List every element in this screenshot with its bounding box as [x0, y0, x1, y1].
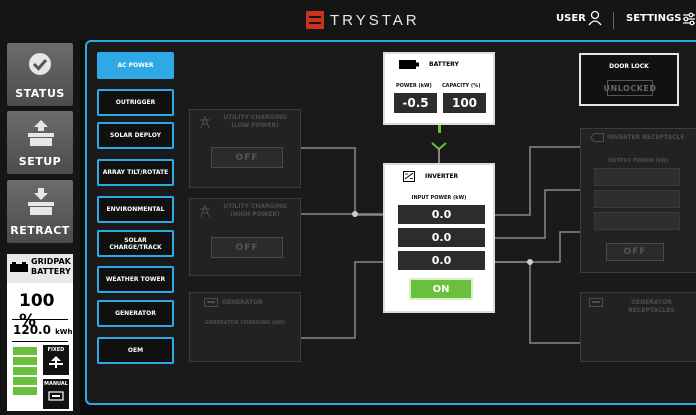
output-power-field-1 — [594, 168, 680, 186]
inverter-receptacle-panel: INVERTER RECEPTACLE OUTPUT POWER (kW) OF… — [580, 128, 696, 273]
battery-capacity-value: 100 — [443, 93, 486, 113]
inverter-input-label: INPUT POWER (kW) — [411, 195, 467, 201]
generator-charging-label: GENERATOR CHARGING (kW) — [204, 320, 286, 326]
utility-low-title-line2: (LOW POWER) — [231, 122, 279, 129]
battery-power-label: POWER (kW) — [396, 83, 432, 89]
generator-receptacles-title: GENERATOR RECEPTACLES — [628, 299, 675, 314]
output-power-field-3 — [594, 212, 680, 230]
battery-capacity-label: CAPACITY (%) — [442, 83, 481, 89]
utility-charging-low-panel: UTILITY CHARGING (LOW POWER) OFF — [189, 109, 301, 188]
battery-power-value: -0.5 — [394, 93, 437, 113]
utility-low-title: UTILITY CHARGING (LOW POWER) — [210, 114, 300, 130]
menu-button-array-tilt-rotate[interactable]: ARRAY TILT/ROTATE — [97, 159, 174, 186]
menu-button-solar-charge-track[interactable]: SOLAR CHARGE/TRACK — [97, 230, 174, 257]
inverter-icon — [403, 171, 415, 182]
inverter-input-value-2: 0.0 — [398, 228, 485, 247]
menu-button-generator[interactable]: GENERATOR — [97, 300, 174, 327]
utility-high-off-button[interactable]: OFF — [211, 237, 283, 258]
generator-icon — [204, 298, 218, 307]
menu-button-weather-tower[interactable]: WEATHER TOWER — [97, 266, 174, 293]
battery-title: BATTERY — [429, 61, 459, 68]
utility-high-title-line2: (HIGH POWER) — [230, 211, 280, 218]
menu-button-oem[interactable]: OEM — [97, 337, 174, 364]
door-lock-status-button[interactable]: UNLOCKED — [604, 80, 656, 96]
generator-icon — [589, 298, 603, 307]
inverter-title: INVERTER — [425, 173, 459, 180]
inverter-input-value-1: 0.0 — [398, 205, 485, 224]
generator-panel: GENERATOR GENERATOR CHARGING (kW) — [189, 292, 301, 362]
utility-high-title-line1: UTILITY CHARGING — [223, 203, 287, 210]
utility-low-off-button[interactable]: OFF — [211, 147, 283, 168]
inverter-output-label: OUTPUT POWER (kW) — [608, 158, 669, 164]
generator-title: GENERATOR — [222, 299, 263, 306]
inverter-receptacle-off-button[interactable]: OFF — [606, 243, 664, 261]
menu-button-environmental[interactable]: ENVIRONMENTAL — [97, 196, 174, 223]
receptacle-icon — [590, 133, 604, 142]
output-power-field-2 — [594, 190, 680, 208]
menu-button-ac-power[interactable]: AC POWER — [97, 52, 174, 79]
menu-button-outrigger[interactable]: OUTRIGGER — [97, 89, 174, 116]
utility-low-title-line1: UTILITY CHARGING — [223, 114, 287, 121]
utility-high-title: UTILITY CHARGING (HIGH POWER) — [210, 203, 300, 219]
battery-icon — [399, 60, 419, 69]
battery-card: BATTERY POWER (kW) CAPACITY (%) -0.5 100 — [383, 52, 495, 125]
door-lock-title: DOOR LOCK — [609, 63, 649, 70]
inverter-receptacle-title: INVERTER RECEPTACLE — [607, 134, 685, 141]
door-lock-panel: DOOR LOCK UNLOCKED — [579, 53, 679, 106]
inverter-input-value-3: 0.0 — [398, 251, 485, 270]
menu-button-solar-deploy[interactable]: SOLAR DEPLOY — [97, 122, 174, 149]
inverter-on-button[interactable]: ON — [409, 278, 473, 300]
generator-receptacles-panel: GENERATOR RECEPTACLES — [580, 292, 696, 362]
utility-charging-high-panel: UTILITY CHARGING (HIGH POWER) OFF — [189, 198, 301, 276]
